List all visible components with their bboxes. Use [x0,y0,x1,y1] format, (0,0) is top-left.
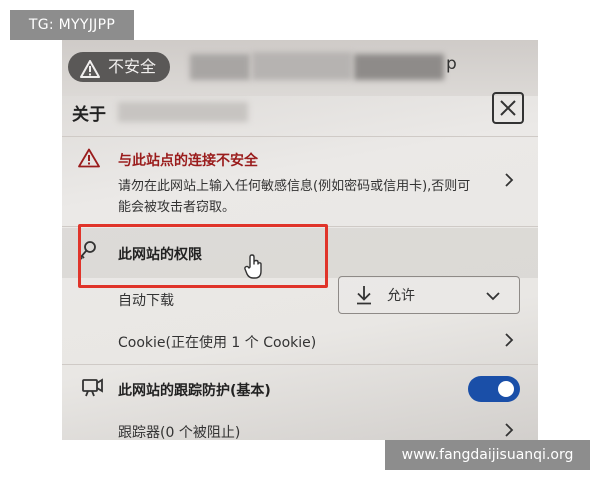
panel-title: 关于 [72,105,106,125]
connection-warning-title: 与此站点的连接不安全 [118,153,258,169]
screenshot-photo: 不安全 p 关于 与此站点的连接不安全 请勿在此网站上输入任何敏感信息(例如密码… [62,40,538,440]
url-text: p [446,54,457,74]
cookie-usage-link[interactable]: Cookie(正在使用 1 个 Cookie) [118,332,316,352]
url-redacted [190,54,250,80]
toggle-knob [498,381,514,397]
trackers-link[interactable]: 跟踪器(0 个被阻止) [118,422,240,440]
warning-icon [78,148,100,172]
url-redacted-3 [354,54,444,80]
url-redacted-2 [252,52,352,80]
highlight-box [78,224,328,288]
tracking-prevention-label: 此网站的跟踪防护(基本) [118,383,271,399]
site-name-redacted [118,102,248,122]
auto-download-value: 允许 [387,288,415,304]
watermark-bottom-right: www.fangdaijisuanqi.org [385,440,590,470]
chevron-down-icon [485,287,501,306]
connection-warning-description: 请勿在此网站上输入任何敏感信息(例如密码或信用卡),否则可能会被攻击者窃取。 [118,179,471,215]
close-button[interactable] [492,92,524,124]
auto-download-label: 自动下载 [118,293,174,309]
warning-icon [80,58,100,88]
chevron-right-icon[interactable] [504,422,514,440]
download-icon [355,285,373,309]
address-bar[interactable]: 不安全 p [62,40,538,96]
watermark-top-left: TG: MYYJJPP [10,10,134,40]
tracking-icon [82,378,104,402]
tracking-prevention-toggle[interactable] [468,376,520,402]
chevron-right-icon[interactable] [504,172,514,192]
chevron-right-icon[interactable] [504,332,514,352]
divider [62,136,538,137]
security-label: 不安全 [108,57,157,76]
divider [62,364,538,365]
auto-download-select[interactable]: 允许 [338,276,520,314]
security-indicator-button[interactable]: 不安全 [68,52,170,82]
hand-cursor-icon [244,254,264,284]
